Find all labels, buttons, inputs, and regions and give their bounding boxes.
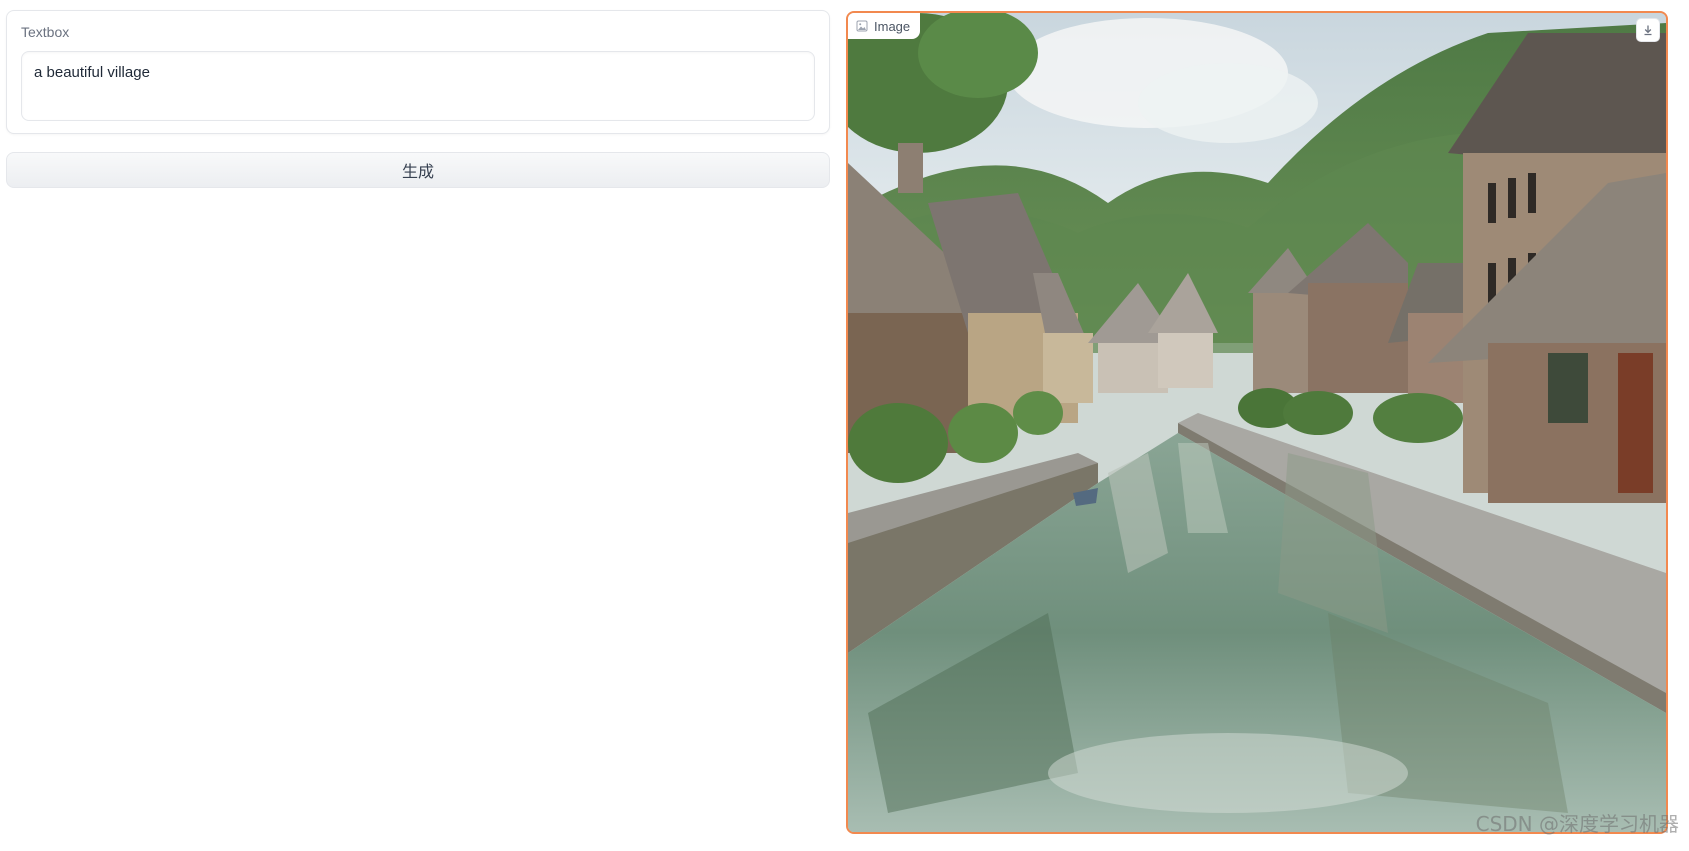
left-column: Textbox a beautiful village 生成 [6, 10, 830, 188]
generated-village-image [848, 13, 1666, 832]
watermark: CSDN @深度学习机器 [1475, 812, 1679, 836]
generate-button[interactable]: 生成 [6, 152, 830, 188]
image-output-panel: Image [846, 11, 1668, 834]
prompt-textarea[interactable]: a beautiful village [21, 51, 815, 121]
image-icon [856, 20, 868, 32]
textbox-label: Textbox [21, 24, 70, 40]
download-icon [1644, 25, 1652, 36]
image-label-tag: Image [848, 13, 921, 39]
download-button[interactable] [1636, 18, 1660, 42]
image-label-text: Image [874, 18, 911, 34]
textbox-panel: Textbox a beautiful village [6, 10, 830, 134]
